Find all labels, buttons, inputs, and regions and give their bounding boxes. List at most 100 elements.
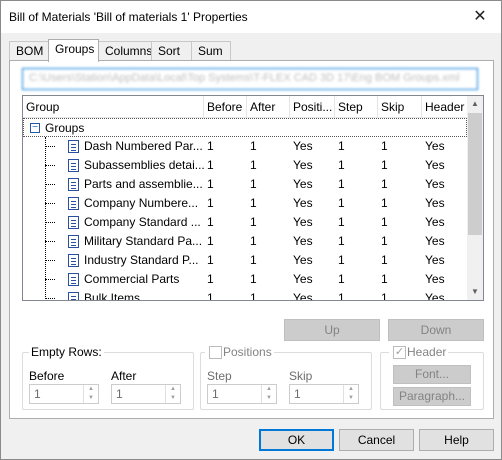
column-header-header[interactable]: Header (422, 96, 468, 118)
table-row[interactable]: Parts and assemblie... 1 1 Yes 1 1 Yes (23, 175, 468, 194)
ok-button[interactable]: OK (259, 429, 334, 451)
after-cell: 1 (250, 272, 257, 286)
file-path-input[interactable]: C:\Users\Station\AppData\Local\Top Syste… (22, 68, 478, 90)
header-cell: Yes (425, 177, 445, 191)
step-stepper[interactable]: 1 ▲ ▼ (207, 384, 277, 404)
step-cell: 1 (338, 139, 345, 153)
after-label: After (111, 369, 137, 383)
tree-branch-line (45, 279, 55, 280)
group-name-cell: Company Standard ... (84, 215, 201, 229)
after-cell: 1 (250, 253, 257, 267)
step-cell: 1 (338, 291, 345, 301)
move-down-button[interactable]: Down (388, 319, 484, 341)
tree-branch-line (45, 241, 55, 242)
header-cell: Yes (425, 158, 445, 172)
skip-cell: 1 (381, 139, 388, 153)
window-title: Bill of Materials 'Bill of materials 1' … (9, 10, 248, 24)
before-cell: 1 (207, 253, 214, 267)
tab-bom[interactable]: BOM (9, 41, 49, 61)
tab-groups[interactable]: Groups (48, 39, 99, 62)
tab-columns[interactable]: Columns (98, 41, 152, 61)
tab-sort[interactable]: Sort (151, 41, 192, 61)
after-stepper[interactable]: 1 ▲ ▼ (111, 384, 181, 404)
step-cell: 1 (338, 158, 345, 172)
after-cell: 1 (250, 234, 257, 248)
close-icon[interactable]: ✕ (459, 1, 501, 31)
spin-up-icon[interactable]: ▲ (83, 385, 98, 394)
move-up-button[interactable]: Up (284, 319, 380, 341)
step-cell: 1 (338, 234, 345, 248)
skip-stepper[interactable]: 1 ▲ ▼ (289, 384, 359, 404)
font-button[interactable]: Font... (393, 365, 471, 384)
document-icon (68, 254, 79, 267)
before-label: Before (29, 369, 65, 383)
spin-down-icon[interactable]: ▼ (261, 394, 276, 403)
positions-checkbox[interactable] (209, 346, 222, 359)
column-header-skip[interactable]: Skip (378, 96, 422, 118)
properties-dialog: Bill of Materials 'Bill of materials 1' … (0, 0, 502, 460)
column-header-before[interactable]: Before (204, 96, 247, 118)
table-row[interactable]: Commercial Parts 1 1 Yes 1 1 Yes (23, 270, 468, 289)
empty-rows-title: Empty Rows: (29, 345, 104, 359)
column-header-after[interactable]: After (247, 96, 290, 118)
tree-branch-line (45, 184, 55, 185)
skip-label: Skip (289, 369, 313, 383)
positions-cell: Yes (293, 139, 313, 153)
table-row[interactable]: Bulk Items 1 1 Yes 1 1 Yes (23, 289, 468, 301)
spin-down-icon[interactable]: ▼ (83, 394, 98, 403)
cancel-button[interactable]: Cancel (339, 429, 414, 451)
header-checkbox[interactable]: ✓ (393, 346, 406, 359)
skip-cell: 1 (381, 253, 388, 267)
before-cell: 1 (207, 196, 214, 210)
before-cell: 1 (207, 177, 214, 191)
groups-tree-table[interactable]: Group Before After Positi... Step Skip H… (22, 95, 484, 301)
skip-value: 1 (294, 387, 301, 401)
column-header-positions[interactable]: Positi... (290, 96, 335, 118)
positions-cell: Yes (293, 253, 313, 267)
table-row[interactable]: Industry Standard P... 1 1 Yes 1 1 Yes (23, 251, 468, 270)
scrollbar-thumb[interactable] (468, 113, 482, 235)
step-cell: 1 (338, 196, 345, 210)
skip-cell: 1 (381, 196, 388, 210)
scroll-up-icon[interactable]: ▲ (467, 96, 483, 112)
step-label: Step (207, 369, 232, 383)
document-icon (68, 273, 79, 286)
spin-up-icon[interactable]: ▲ (343, 385, 358, 394)
positions-cell: Yes (293, 291, 313, 301)
positions-cell: Yes (293, 215, 313, 229)
group-name-cell: Company Numbere... (84, 196, 199, 210)
tree-root-row[interactable]: − Groups (23, 118, 467, 137)
skip-cell: 1 (381, 215, 388, 229)
column-header-group[interactable]: Group (23, 96, 204, 118)
spin-down-icon[interactable]: ▼ (165, 394, 180, 403)
header-cell: Yes (425, 139, 445, 153)
collapse-icon[interactable]: − (30, 123, 40, 133)
spin-up-icon[interactable]: ▲ (261, 385, 276, 394)
table-row[interactable]: Dash Numbered Par... 1 1 Yes 1 1 Yes (23, 137, 468, 156)
spin-down-icon[interactable]: ▼ (343, 394, 358, 403)
tree-branch-line (45, 298, 55, 299)
title-bar: Bill of Materials 'Bill of materials 1' … (1, 1, 501, 33)
before-cell: 1 (207, 291, 214, 301)
scroll-down-icon[interactable]: ▼ (467, 284, 483, 300)
paragraph-button[interactable]: Paragraph... (393, 387, 471, 406)
column-header-step[interactable]: Step (335, 96, 378, 118)
after-cell: 1 (250, 196, 257, 210)
tab-sum[interactable]: Sum (191, 41, 231, 61)
tree-branch-line (45, 260, 55, 261)
step-cell: 1 (338, 215, 345, 229)
group-name-cell: Dash Numbered Par... (84, 139, 203, 153)
header-cell: Yes (425, 215, 445, 229)
spin-up-icon[interactable]: ▲ (165, 385, 180, 394)
table-row[interactable]: Military Standard Pa... 1 1 Yes 1 1 Yes (23, 232, 468, 251)
help-button[interactable]: Help (419, 429, 494, 451)
before-stepper[interactable]: 1 ▲ ▼ (29, 384, 99, 404)
header-cell: Yes (425, 272, 445, 286)
positions-cell: Yes (293, 196, 313, 210)
vertical-scrollbar[interactable]: ▲ ▼ (467, 96, 483, 300)
table-row[interactable]: Company Numbere... 1 1 Yes 1 1 Yes (23, 194, 468, 213)
group-name-cell: Military Standard Pa... (84, 234, 203, 248)
table-row[interactable]: Subassemblies detai... 1 1 Yes 1 1 Yes (23, 156, 468, 175)
groups-tab-panel: C:\Users\Station\AppData\Local\Top Syste… (9, 60, 494, 419)
table-row[interactable]: Company Standard ... 1 1 Yes 1 1 Yes (23, 213, 468, 232)
